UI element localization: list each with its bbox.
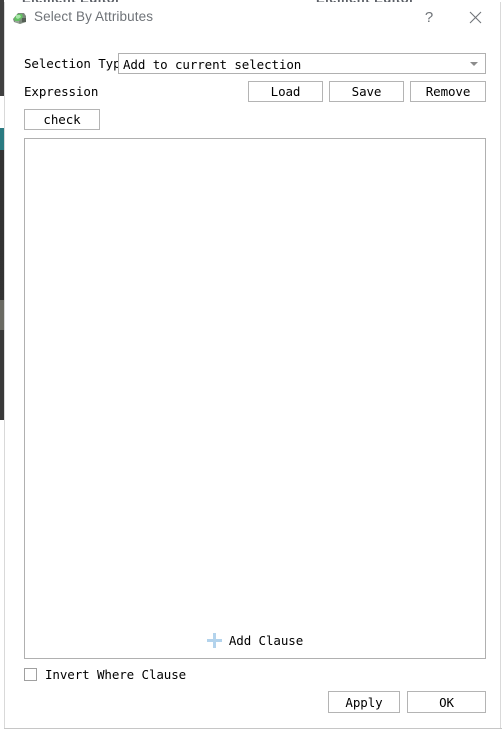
select-by-attributes-dialog: Select By Attributes ? Selection Type Ad… (4, 2, 501, 728)
titlebar: Select By Attributes ? (5, 2, 500, 33)
invert-where-clause-row[interactable]: Invert Where Clause (24, 667, 186, 682)
ok-button[interactable]: OK (407, 691, 486, 713)
plus-icon (206, 633, 222, 648)
check-button[interactable]: check (24, 109, 100, 130)
clause-panel[interactable]: Add Clause (24, 138, 486, 659)
load-button[interactable]: Load (248, 81, 323, 102)
selection-type-combobox[interactable]: Add to current selection (118, 53, 486, 74)
apply-button[interactable]: Apply (328, 691, 400, 713)
chevron-down-icon (470, 62, 478, 66)
expression-label: Expression (24, 84, 99, 99)
invert-where-clause-checkbox[interactable] (24, 668, 37, 681)
save-button[interactable]: Save (329, 81, 404, 102)
add-clause-button[interactable]: Add Clause (25, 633, 485, 648)
help-button[interactable]: ? (409, 2, 449, 33)
app-icon (12, 10, 28, 26)
remove-button[interactable]: Remove (410, 81, 486, 102)
selection-type-value: Add to current selection (123, 57, 302, 72)
window-title: Select By Attributes (34, 9, 154, 24)
add-clause-label: Add Clause (228, 633, 304, 648)
selection-type-label: Selection Type (24, 56, 128, 71)
close-icon[interactable] (455, 2, 495, 33)
invert-where-clause-label: Invert Where Clause (45, 667, 187, 682)
